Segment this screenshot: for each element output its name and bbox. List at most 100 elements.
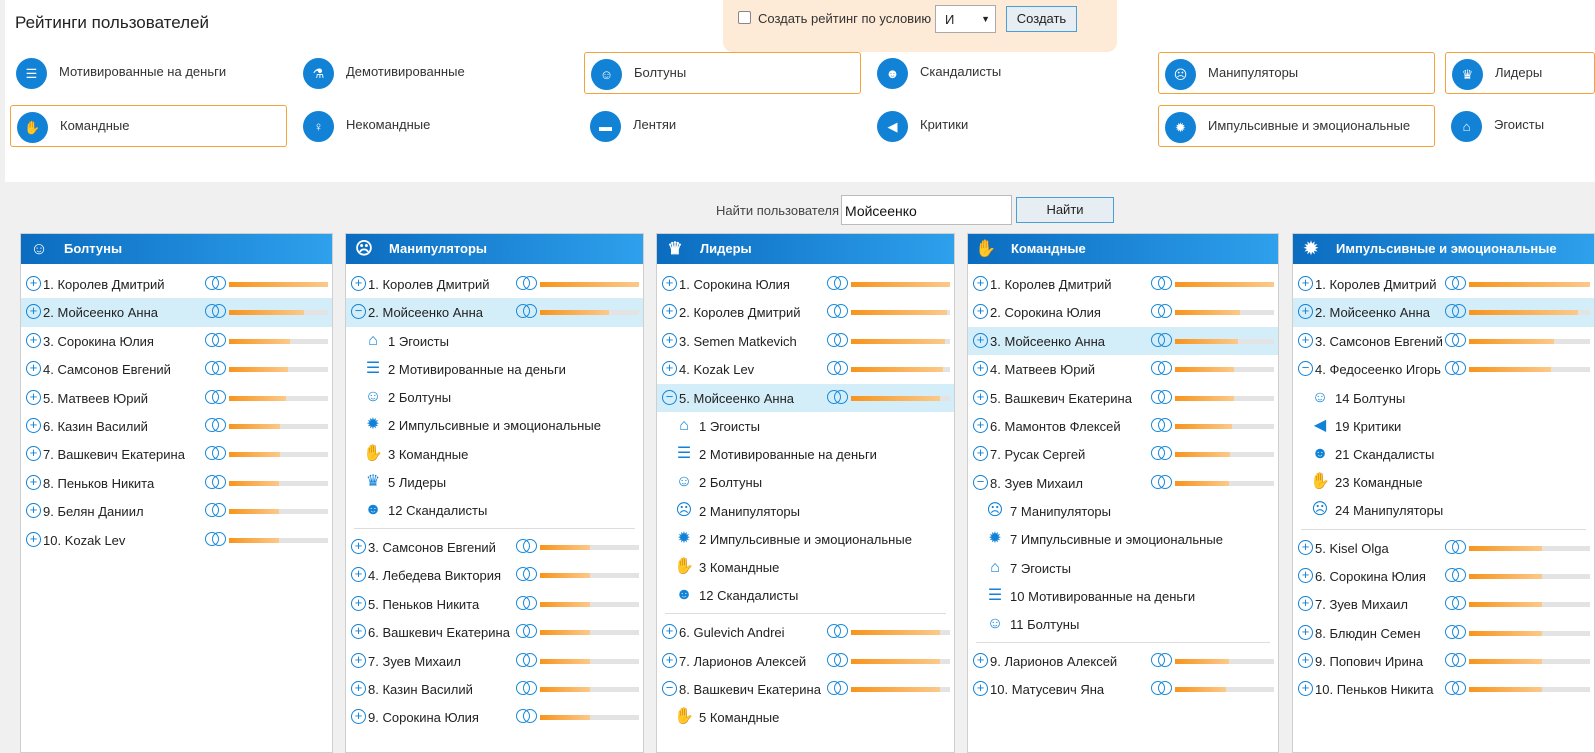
user-row[interactable]: −2. Мойсеенко Анна	[346, 298, 643, 327]
collapse-icon[interactable]: −	[973, 474, 988, 490]
user-name[interactable]: 1. Королев Дмитрий	[43, 277, 165, 292]
search-input[interactable]: Мойсеенко	[841, 195, 1012, 225]
user-row[interactable]: +5. Вашкевич Екатерина	[968, 384, 1278, 412]
user-name[interactable]: 3. Самсонов Евгений	[1315, 334, 1443, 349]
user-name[interactable]: 5. Мойсеенко Анна	[679, 391, 794, 406]
compare-icon[interactable]	[1151, 653, 1173, 669]
user-name[interactable]: 10. Пеньков Никита	[1315, 682, 1433, 697]
user-row[interactable]: +7. Вашкевич Екатерина	[21, 440, 332, 468]
compare-icon[interactable]	[1151, 276, 1173, 292]
user-row[interactable]: +4. Самсонов Евгений	[21, 355, 332, 383]
user-name[interactable]: 2. Сорокина Юлия	[990, 305, 1101, 320]
expand-icon[interactable]: +	[26, 503, 41, 519]
compare-icon[interactable]	[516, 304, 538, 320]
expand-icon[interactable]: +	[1298, 653, 1313, 669]
user-row[interactable]: +8. Казин Василий	[346, 675, 643, 703]
user-name[interactable]: 3. Сорокина Юлия	[43, 334, 154, 349]
user-row[interactable]: +1. Сорокина Юлия	[657, 270, 954, 298]
expand-icon[interactable]: +	[662, 332, 677, 348]
category-person[interactable]: ♀ Некомандные	[297, 105, 574, 147]
user-name[interactable]: 8. Вашкевич Екатерина	[679, 682, 821, 697]
expand-icon[interactable]: +	[26, 389, 41, 405]
expand-icon[interactable]: +	[973, 417, 988, 433]
compare-icon[interactable]	[1151, 389, 1173, 406]
user-name[interactable]: 8. Зуев Михаил	[990, 476, 1083, 491]
compare-icon[interactable]	[827, 276, 849, 292]
compare-icon[interactable]	[1445, 624, 1467, 641]
compare-icon[interactable]	[1151, 417, 1173, 434]
compare-icon[interactable]	[516, 276, 538, 292]
user-row[interactable]: +6. Gulevich Andrei	[657, 618, 954, 646]
compare-icon[interactable]	[516, 652, 538, 669]
user-row[interactable]: +4. Kozak Lev	[657, 355, 954, 383]
compare-icon[interactable]	[1445, 653, 1467, 669]
expand-icon[interactable]: +	[662, 361, 677, 377]
user-name[interactable]: 6. Мамонтов Флексей	[990, 419, 1121, 434]
user-row[interactable]: +1. Королев Дмитрий	[346, 270, 643, 298]
expand-icon[interactable]: +	[351, 276, 366, 291]
create-button[interactable]: Создать	[1006, 6, 1077, 32]
compare-icon[interactable]	[205, 503, 227, 519]
expand-icon[interactable]: +	[1298, 596, 1313, 612]
user-row[interactable]: +10. Kozak Lev	[21, 526, 332, 554]
category-mask[interactable]: ☹ Манипуляторы	[1158, 52, 1435, 94]
user-row[interactable]: +2. Мойсеенко Анна	[21, 298, 332, 327]
expand-icon[interactable]: +	[26, 361, 41, 377]
user-row[interactable]: −8. Зуев Михаил	[968, 469, 1278, 497]
user-row[interactable]: +9. Ларионов Алексей	[968, 647, 1278, 675]
category-talker[interactable]: ☺ Болтуны	[584, 52, 861, 94]
compare-icon[interactable]	[1445, 567, 1467, 584]
expand-icon[interactable]: +	[351, 709, 366, 725]
compare-icon[interactable]	[827, 652, 849, 669]
compare-icon[interactable]	[205, 474, 227, 491]
user-name[interactable]: 4. Лебедева Виктория	[368, 568, 501, 583]
user-row[interactable]: −4. Федосеенко Игорь	[1293, 355, 1594, 383]
user-row[interactable]: −5. Мойсеенко Анна	[657, 383, 954, 412]
compare-icon[interactable]	[516, 539, 538, 555]
compare-icon[interactable]	[1445, 539, 1467, 556]
user-name[interactable]: 6. Казин Василий	[43, 419, 148, 434]
expand-icon[interactable]: +	[351, 539, 366, 555]
category-handshake[interactable]: ✋ Командные	[10, 105, 287, 147]
user-name[interactable]: 3. Мойсеенко Анна	[990, 334, 1105, 349]
user-name[interactable]: 7. Зуев Михаил	[368, 654, 461, 669]
user-row[interactable]: +7. Зуев Михаил	[346, 647, 643, 675]
user-row[interactable]: +9. Попович Ирина	[1293, 647, 1594, 675]
expand-icon[interactable]: +	[973, 276, 988, 291]
user-row[interactable]: +9. Сорокина Юлия	[346, 703, 643, 731]
user-row[interactable]: +1. Королев Дмитрий	[1293, 270, 1594, 298]
user-row[interactable]: +3. Самсонов Евгений	[346, 533, 643, 561]
expand-icon[interactable]: +	[662, 276, 677, 291]
user-row[interactable]: +3. Мойсеенко Анна	[968, 326, 1278, 356]
expand-icon[interactable]: +	[1298, 681, 1313, 697]
expand-icon[interactable]: +	[351, 652, 366, 668]
expand-icon[interactable]: +	[351, 681, 366, 697]
expand-icon[interactable]: +	[351, 567, 366, 583]
user-row[interactable]: +5. Пеньков Никита	[346, 590, 643, 618]
collapse-icon[interactable]: −	[662, 389, 677, 405]
user-row[interactable]: +2. Королев Дмитрий	[657, 298, 954, 326]
compare-icon[interactable]	[1445, 304, 1467, 320]
compare-icon[interactable]	[1445, 361, 1467, 377]
expand-icon[interactable]: +	[973, 332, 988, 348]
compare-icon[interactable]	[516, 709, 538, 725]
compare-icon[interactable]	[1151, 332, 1173, 349]
compare-icon[interactable]	[205, 531, 227, 548]
expand-icon[interactable]: +	[1298, 539, 1313, 555]
collapse-icon[interactable]: −	[351, 304, 366, 320]
expand-icon[interactable]: +	[973, 304, 988, 320]
user-row[interactable]: +7. Ларионов Алексей	[657, 647, 954, 675]
user-name[interactable]: 3. Semen Matkevich	[679, 334, 797, 349]
category-bed[interactable]: ▬ Лентяи	[584, 105, 861, 147]
user-name[interactable]: 7. Вашкевич Екатерина	[43, 447, 185, 462]
user-name[interactable]: 9. Ларионов Алексей	[990, 654, 1117, 669]
user-name[interactable]: 7. Русак Сергей	[990, 447, 1085, 462]
user-row[interactable]: +1. Королев Дмитрий	[21, 270, 332, 298]
compare-icon[interactable]	[516, 567, 538, 583]
category-coins[interactable]: ☰ Мотивированные на деньги	[10, 52, 287, 94]
category-house[interactable]: ⌂ Эгоисты	[1445, 105, 1595, 147]
user-name[interactable]: 4. Kozak Lev	[679, 362, 754, 377]
user-name[interactable]: 1. Сорокина Юлия	[679, 277, 790, 292]
expand-icon[interactable]: +	[1298, 332, 1313, 348]
user-row[interactable]: +6. Мамонтов Флексей	[968, 412, 1278, 440]
